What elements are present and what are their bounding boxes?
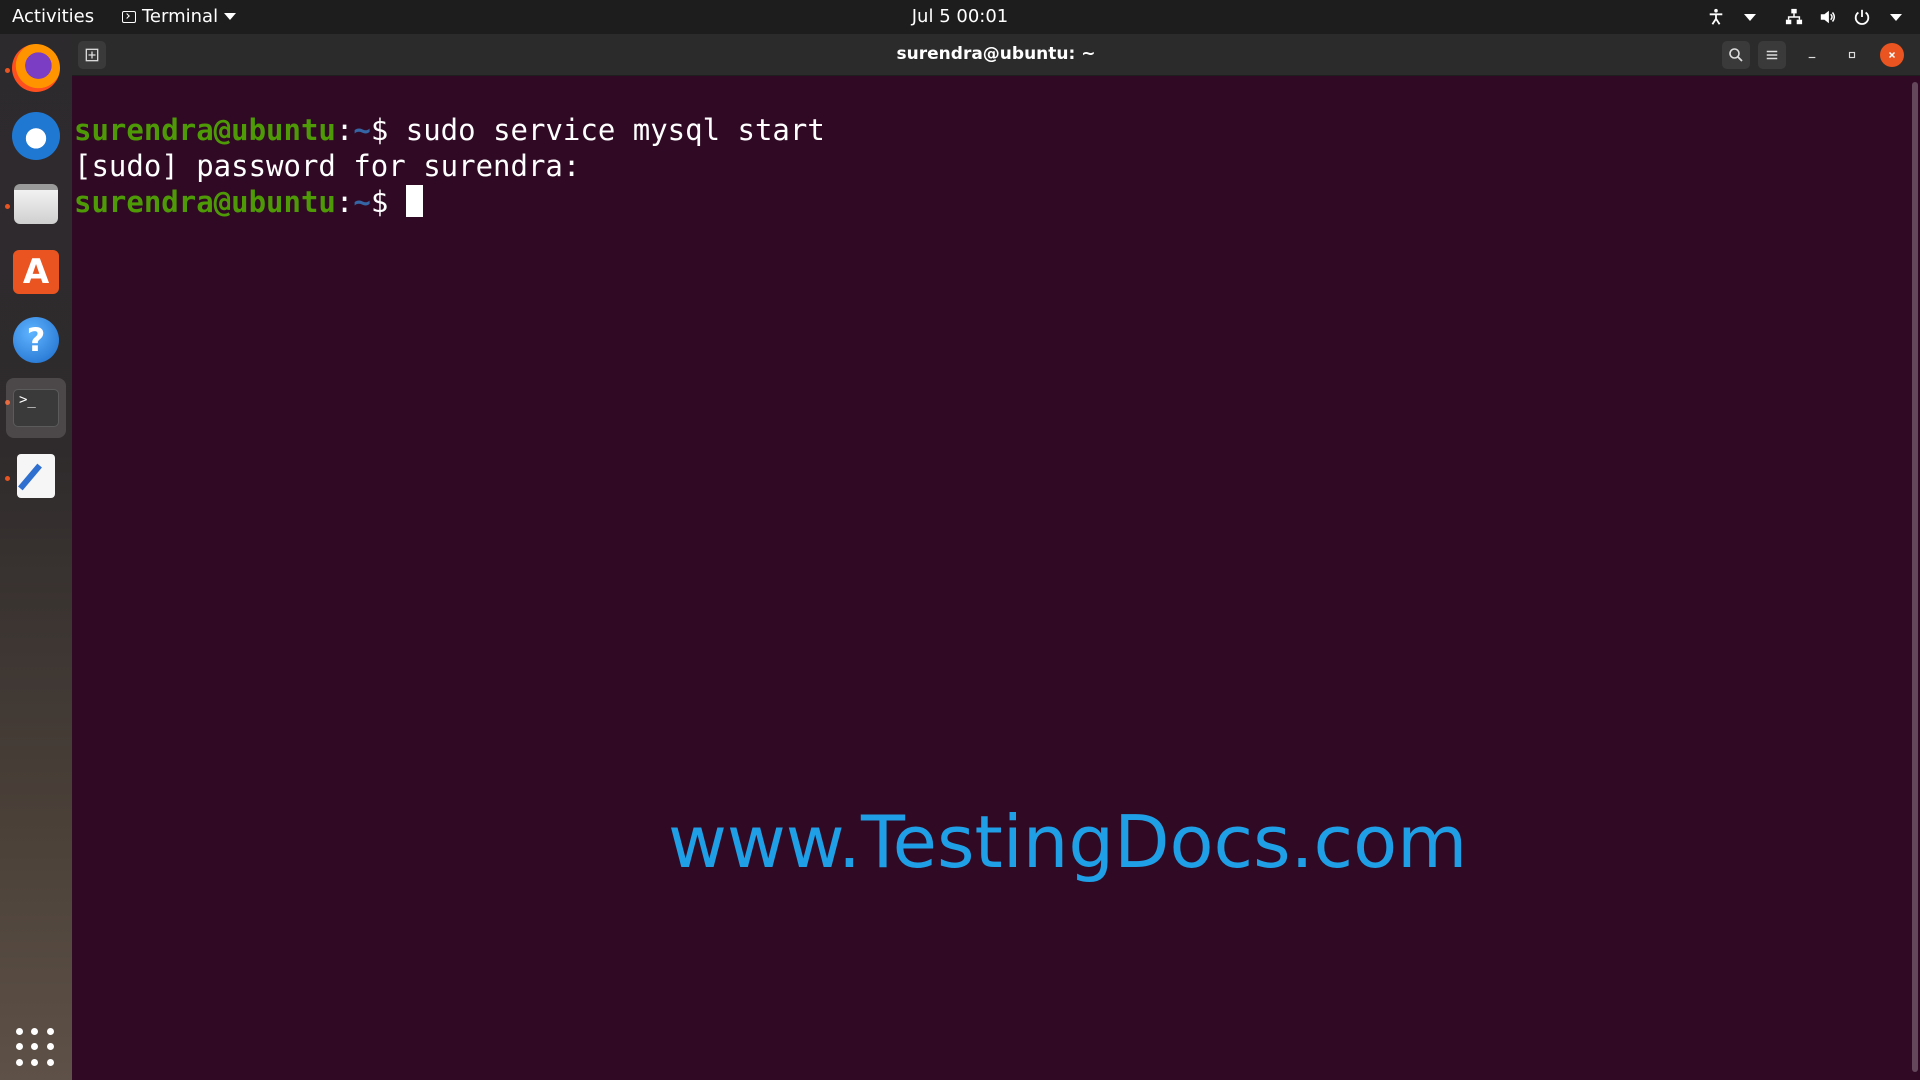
maximize-button[interactable] [1840,43,1864,67]
search-icon [1729,48,1743,62]
watermark: www.TestingDocs.com [668,800,1468,884]
prompt-symbol: $ [370,185,406,219]
search-button[interactable] [1722,41,1750,69]
power-icon[interactable] [1852,7,1872,27]
dock-item-text-editor[interactable] [6,446,66,506]
volume-icon[interactable] [1818,7,1838,27]
show-applications-button[interactable] [16,1028,56,1068]
menu-button[interactable] [1758,41,1786,69]
dock-item-files[interactable] [6,174,66,234]
dock-item-ubuntu-software[interactable]: A [6,242,66,302]
command-text: sudo service mysql start [405,113,825,147]
terminal-window: surendra@ubuntu: ~ surendra@ubuntu:~$ su… [72,34,1920,1080]
hamburger-icon [1766,50,1778,60]
software-icon: A [13,250,59,294]
prompt-path: ~ [353,185,371,219]
terminal-line: surendra@ubuntu:~$ sudo service mysql st… [74,112,1920,148]
restore-icon [1848,51,1856,59]
minimize-icon [1808,56,1816,59]
close-button[interactable] [1880,43,1904,67]
files-icon [14,184,58,224]
output-text: [sudo] password for surendra: [74,149,581,183]
dock-item-terminal[interactable]: >_ [6,378,66,438]
firefox-icon [12,44,60,92]
dock-item-help[interactable]: ? [6,310,66,370]
help-icon: ? [13,317,59,363]
system-tray [1706,0,1906,34]
prompt-user: surendra@ubuntu [74,185,336,219]
window-title: surendra@ubuntu: ~ [896,44,1096,64]
dock-item-firefox[interactable] [6,38,66,98]
chevron-down-icon[interactable] [1740,7,1760,27]
terminal-output[interactable]: surendra@ubuntu:~$ sudo service mysql st… [72,76,1920,1080]
dock-item-thunderbird[interactable] [6,106,66,166]
window-headerbar: surendra@ubuntu: ~ [72,34,1920,76]
prompt-separator: : [335,185,354,219]
minimize-button[interactable] [1800,43,1824,67]
terminal-icon: >_ [13,389,59,427]
terminal-line: [sudo] password for surendra: [74,148,1920,184]
text-cursor [405,185,423,217]
close-icon [1888,51,1896,59]
scrollbar[interactable] [1912,82,1918,1072]
prompt-path: ~ [353,113,371,147]
clock[interactable]: Jul 5 00:01 [0,6,1920,27]
text-editor-icon [17,454,55,498]
prompt-separator: : [335,113,354,147]
accessibility-icon[interactable] [1706,7,1726,27]
terminal-line: surendra@ubuntu:~$ [74,184,1920,220]
thunderbird-icon [12,112,60,160]
chevron-down-icon[interactable] [1886,7,1906,27]
prompt-user: surendra@ubuntu [74,113,336,147]
prompt-symbol: $ [370,113,406,147]
network-icon[interactable] [1784,7,1804,27]
top-bar: Activities Terminal Jul 5 00:01 [0,0,1920,34]
dock: A ? >_ [0,34,72,1080]
